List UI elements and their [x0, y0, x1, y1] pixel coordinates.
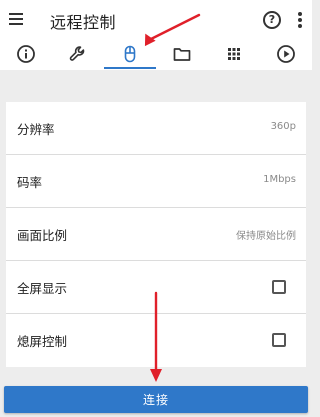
setting-value: 360p: [270, 121, 296, 132]
tab-remote-control[interactable]: [104, 38, 156, 70]
page-title: 远程控制: [50, 13, 117, 32]
help-icon[interactable]: ?: [263, 11, 281, 29]
setting-label: 熄屏控制: [17, 334, 68, 349]
info-icon: [17, 45, 35, 63]
setting-value: 1Mbps: [263, 174, 296, 185]
screen-off-checkbox[interactable]: [272, 333, 286, 347]
setting-fullscreen[interactable]: 全屏显示: [6, 261, 306, 314]
tab-info[interactable]: [0, 38, 52, 70]
connect-button[interactable]: 连接: [4, 386, 308, 413]
setting-bitrate[interactable]: 码率 1Mbps: [6, 155, 306, 208]
setting-label: 码率: [17, 175, 43, 190]
more-vertical-icon[interactable]: [298, 12, 302, 28]
folder-icon: [173, 48, 191, 61]
setting-label: 画面比例: [17, 228, 68, 243]
play-circle-icon: [277, 45, 295, 63]
tab-media[interactable]: [260, 38, 312, 70]
tab-bar: [0, 38, 312, 70]
menu-icon[interactable]: [9, 13, 23, 25]
app-bar: 远程控制 ?: [0, 0, 312, 38]
setting-aspect-ratio[interactable]: 画面比例 保持原始比例: [6, 208, 306, 261]
mouse-icon: [124, 45, 136, 63]
setting-screen-off[interactable]: 熄屏控制: [6, 314, 306, 367]
wrench-icon: [69, 46, 85, 61]
tab-apps[interactable]: [208, 38, 260, 70]
tab-files[interactable]: [156, 38, 208, 70]
setting-resolution[interactable]: 分辨率 360p: [6, 102, 306, 155]
app-window: 远程控制 ? 分辨率 360p 码率 1Mbps 画面比例 保持原始比例 全屏显…: [0, 0, 312, 417]
tab-tools[interactable]: [52, 38, 104, 70]
setting-label: 全屏显示: [17, 281, 68, 296]
grid-icon: [228, 48, 240, 60]
fullscreen-checkbox[interactable]: [272, 280, 286, 294]
setting-label: 分辨率: [17, 122, 55, 137]
settings-card: 分辨率 360p 码率 1Mbps 画面比例 保持原始比例 全屏显示 熄屏控制: [6, 102, 306, 367]
setting-value: 保持原始比例: [236, 231, 296, 242]
